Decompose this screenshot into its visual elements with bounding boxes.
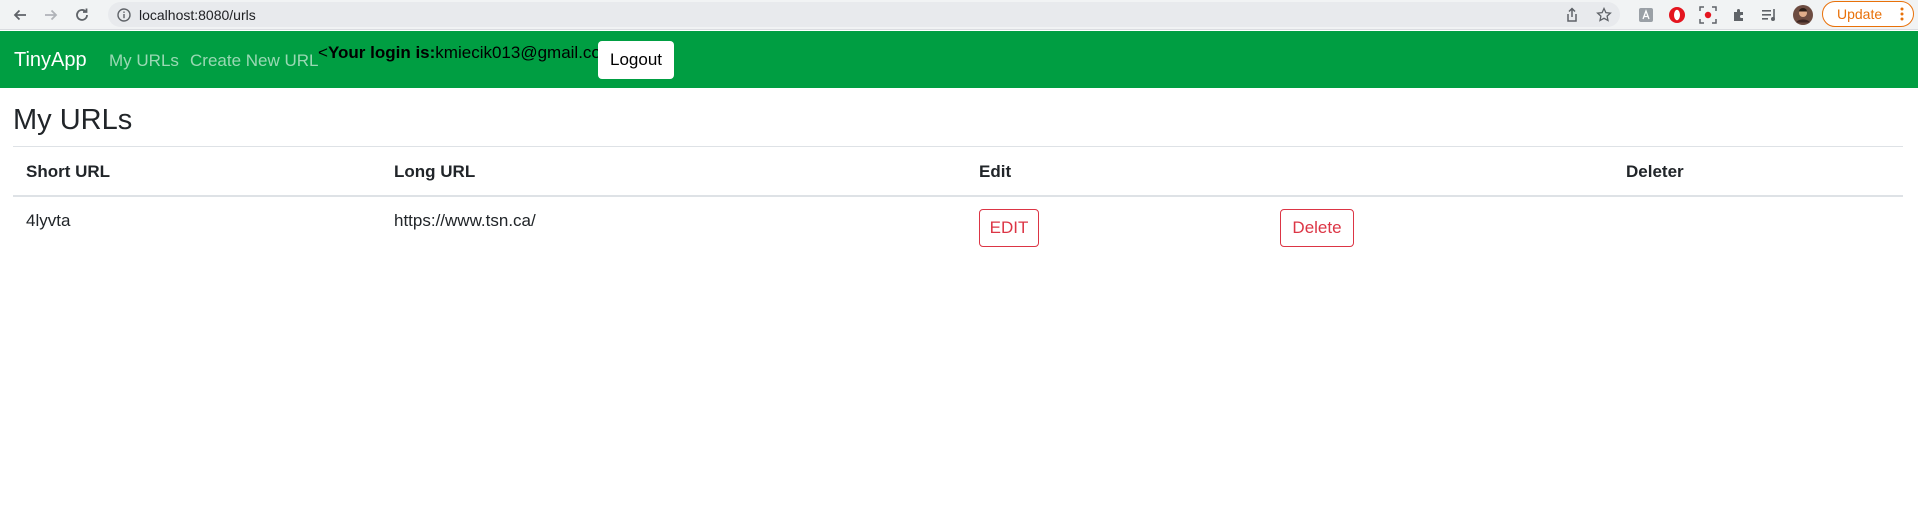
profile-avatar-icon[interactable] [1793,5,1813,25]
opera-extension-icon[interactable] [1667,5,1687,25]
long-url-cell: https://www.tsn.ca/ [394,211,536,230]
login-prefix: < [318,43,328,62]
logout-button[interactable]: Logout [598,41,674,79]
more-vertical-icon [1900,6,1904,25]
update-button[interactable]: Update [1822,1,1914,27]
table-header-divider [13,195,1903,197]
update-label: Update [1837,6,1883,22]
nav-create-new-url[interactable]: Create New URL [190,51,319,71]
column-header-short-url: Short URL [26,162,111,181]
media-queue-icon[interactable] [1760,5,1780,25]
back-icon[interactable] [9,4,31,26]
page-title: My URLs [13,104,133,136]
info-icon[interactable] [117,7,131,22]
share-icon[interactable] [1561,4,1583,26]
title-divider [13,146,1903,147]
address-url[interactable]: localhost:8080/urls [139,7,256,23]
reload-icon[interactable] [71,4,93,26]
translate-extension-icon[interactable] [1636,5,1656,25]
column-header-edit: Edit [979,162,1012,181]
extensions-puzzle-icon[interactable] [1729,5,1749,25]
column-header-deleter: Deleter [1626,162,1684,181]
login-label: Your login is: [327,43,436,62]
login-email: kmiecik013@gmail.com [435,43,616,62]
login-status: <Your login is:kmiecik013@gmail.com [318,43,615,63]
nav-my-urls[interactable]: My URLs [109,51,179,71]
address-bar[interactable]: localhost:8080/urls [108,2,1620,27]
app-navbar: TinyApp My URLs Create New URL <Your log… [0,31,1918,88]
short-url-cell[interactable]: 4lyvta [26,211,70,231]
edit-button[interactable]: EDIT [979,209,1039,247]
brand-link[interactable]: TinyApp [14,49,87,72]
delete-button[interactable]: Delete [1280,209,1354,247]
browser-toolbar: localhost:8080/urls Update [0,0,1918,30]
screen-recorder-extension-icon[interactable] [1698,5,1718,25]
bookmark-star-icon[interactable] [1593,4,1615,26]
column-header-long-url: Long URL [394,162,476,181]
forward-icon[interactable] [40,4,62,26]
